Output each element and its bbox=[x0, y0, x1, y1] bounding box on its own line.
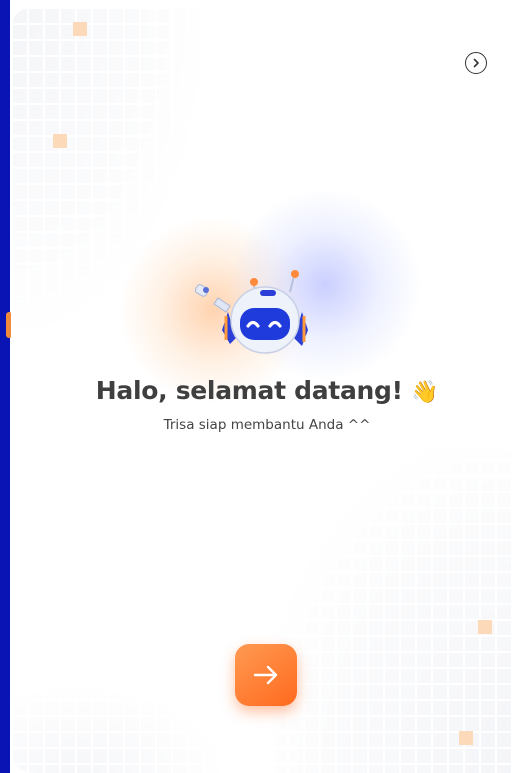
decor-square bbox=[478, 620, 492, 634]
decor-square bbox=[53, 134, 67, 148]
onboarding-screen: Halo, selamat datang! 👋 Trisa siap memba… bbox=[0, 0, 512, 773]
chevron-right-icon bbox=[473, 58, 479, 68]
decor-square bbox=[73, 22, 87, 36]
robot-arm bbox=[194, 284, 231, 313]
welcome-title-text: Halo, selamat datang! bbox=[95, 376, 403, 405]
next-button[interactable] bbox=[235, 644, 297, 706]
background-pattern bbox=[271, 443, 512, 773]
decor-square bbox=[459, 731, 473, 745]
background-pattern bbox=[11, 683, 231, 773]
arrow-right-icon bbox=[253, 665, 278, 685]
waving-hand-icon: 👋 bbox=[411, 380, 439, 405]
skip-button[interactable] bbox=[465, 52, 487, 74]
robot-mascot bbox=[194, 270, 308, 354]
welcome-subtitle: Trisa siap membantu Anda ^^ bbox=[163, 417, 371, 433]
welcome-title: Halo, selamat datang! 👋 bbox=[0, 376, 512, 405]
